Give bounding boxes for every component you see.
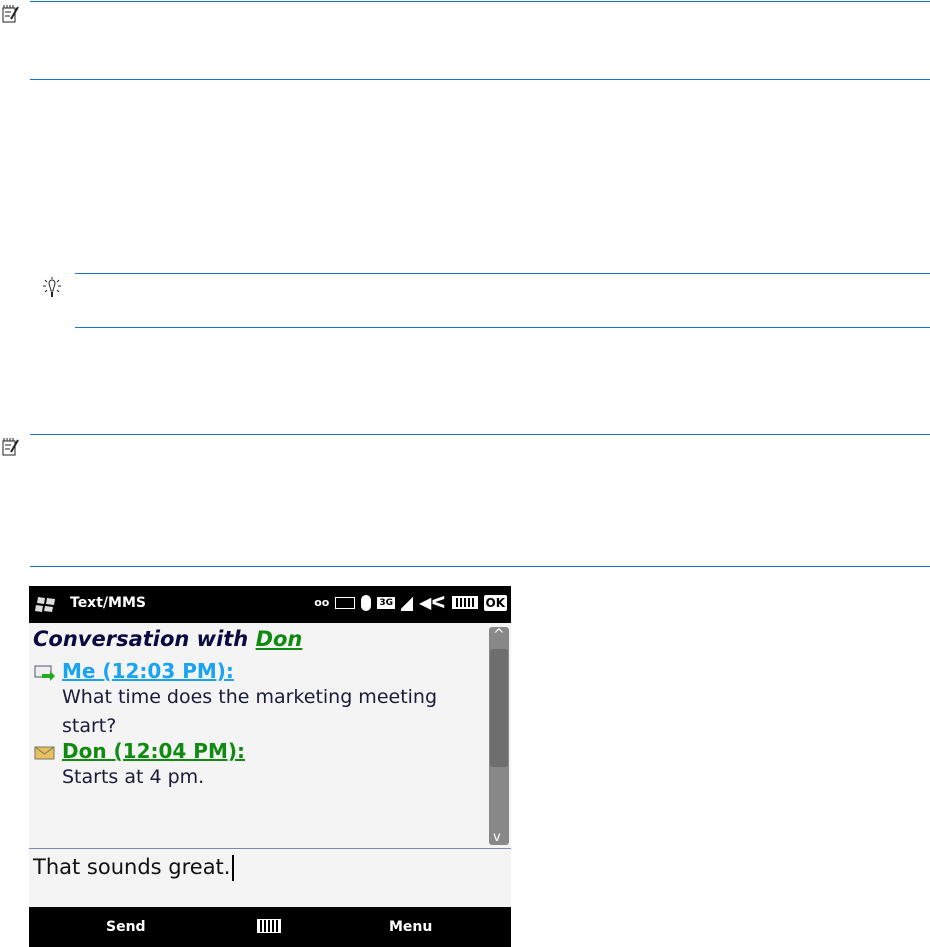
message-header-don[interactable]: Don (12:04 PM): xyxy=(62,739,245,763)
conversation-pane: Conversation with Don Me (12:03 PM): Wha… xyxy=(29,623,511,848)
phone-screenshot: Text/MMS oo 3G ◀ᐸ OK Conversation with D… xyxy=(29,586,511,947)
scroll-down-icon[interactable]: v xyxy=(493,830,501,845)
lightbulb-icon xyxy=(43,277,61,297)
scrollbar-thumb[interactable] xyxy=(490,649,508,767)
note-rule-bottom xyxy=(30,79,930,80)
envelope-icon xyxy=(335,596,356,609)
scroll-up-icon[interactable]: ^ xyxy=(493,627,505,643)
message-input[interactable]: That sounds great. xyxy=(29,848,511,908)
signal-icon xyxy=(401,594,414,611)
note2-rule-bottom xyxy=(30,566,930,567)
ok-button[interactable]: OK xyxy=(483,594,507,611)
conversation-heading: Conversation with Don xyxy=(33,627,303,651)
network-3g-icon: 3G xyxy=(377,596,396,609)
keyboard-icon[interactable] xyxy=(257,919,281,933)
speaker-muted-icon: ◀ᐸ xyxy=(419,593,446,612)
note2-rule-top xyxy=(30,434,930,435)
note-rule-top xyxy=(30,1,930,2)
contact-link[interactable]: Don xyxy=(256,627,303,651)
message-header-me[interactable]: Me (12:03 PM): xyxy=(62,659,234,683)
status-icons: oo 3G ◀ᐸ OK xyxy=(314,593,507,612)
text-caret xyxy=(232,855,235,881)
app-title: Text/MMS xyxy=(70,595,146,611)
tip-rule-top xyxy=(75,273,930,274)
send-softkey[interactable]: Send xyxy=(106,919,146,935)
sent-message-icon xyxy=(34,665,55,681)
battery-icon xyxy=(451,596,478,609)
message-body-don: Starts at 4 pm. xyxy=(62,766,205,788)
bluetooth-icon xyxy=(361,594,372,611)
note-icon xyxy=(2,5,19,23)
title-bar: Text/MMS oo 3G ◀ᐸ OK xyxy=(29,586,511,623)
voicemail-icon: oo xyxy=(314,596,330,609)
message-input-value: That sounds great. xyxy=(33,855,231,879)
menu-softkey[interactable]: Menu xyxy=(389,919,432,935)
softkey-bar: Send Menu xyxy=(29,907,511,947)
tip-rule-bottom xyxy=(75,327,930,328)
windows-start-icon[interactable] xyxy=(35,595,57,613)
scrollbar[interactable]: ^ v xyxy=(489,627,509,845)
message-body-me: What time does the marketing meeting sta… xyxy=(62,686,438,737)
note-icon xyxy=(2,438,19,456)
received-message-icon xyxy=(34,746,55,760)
